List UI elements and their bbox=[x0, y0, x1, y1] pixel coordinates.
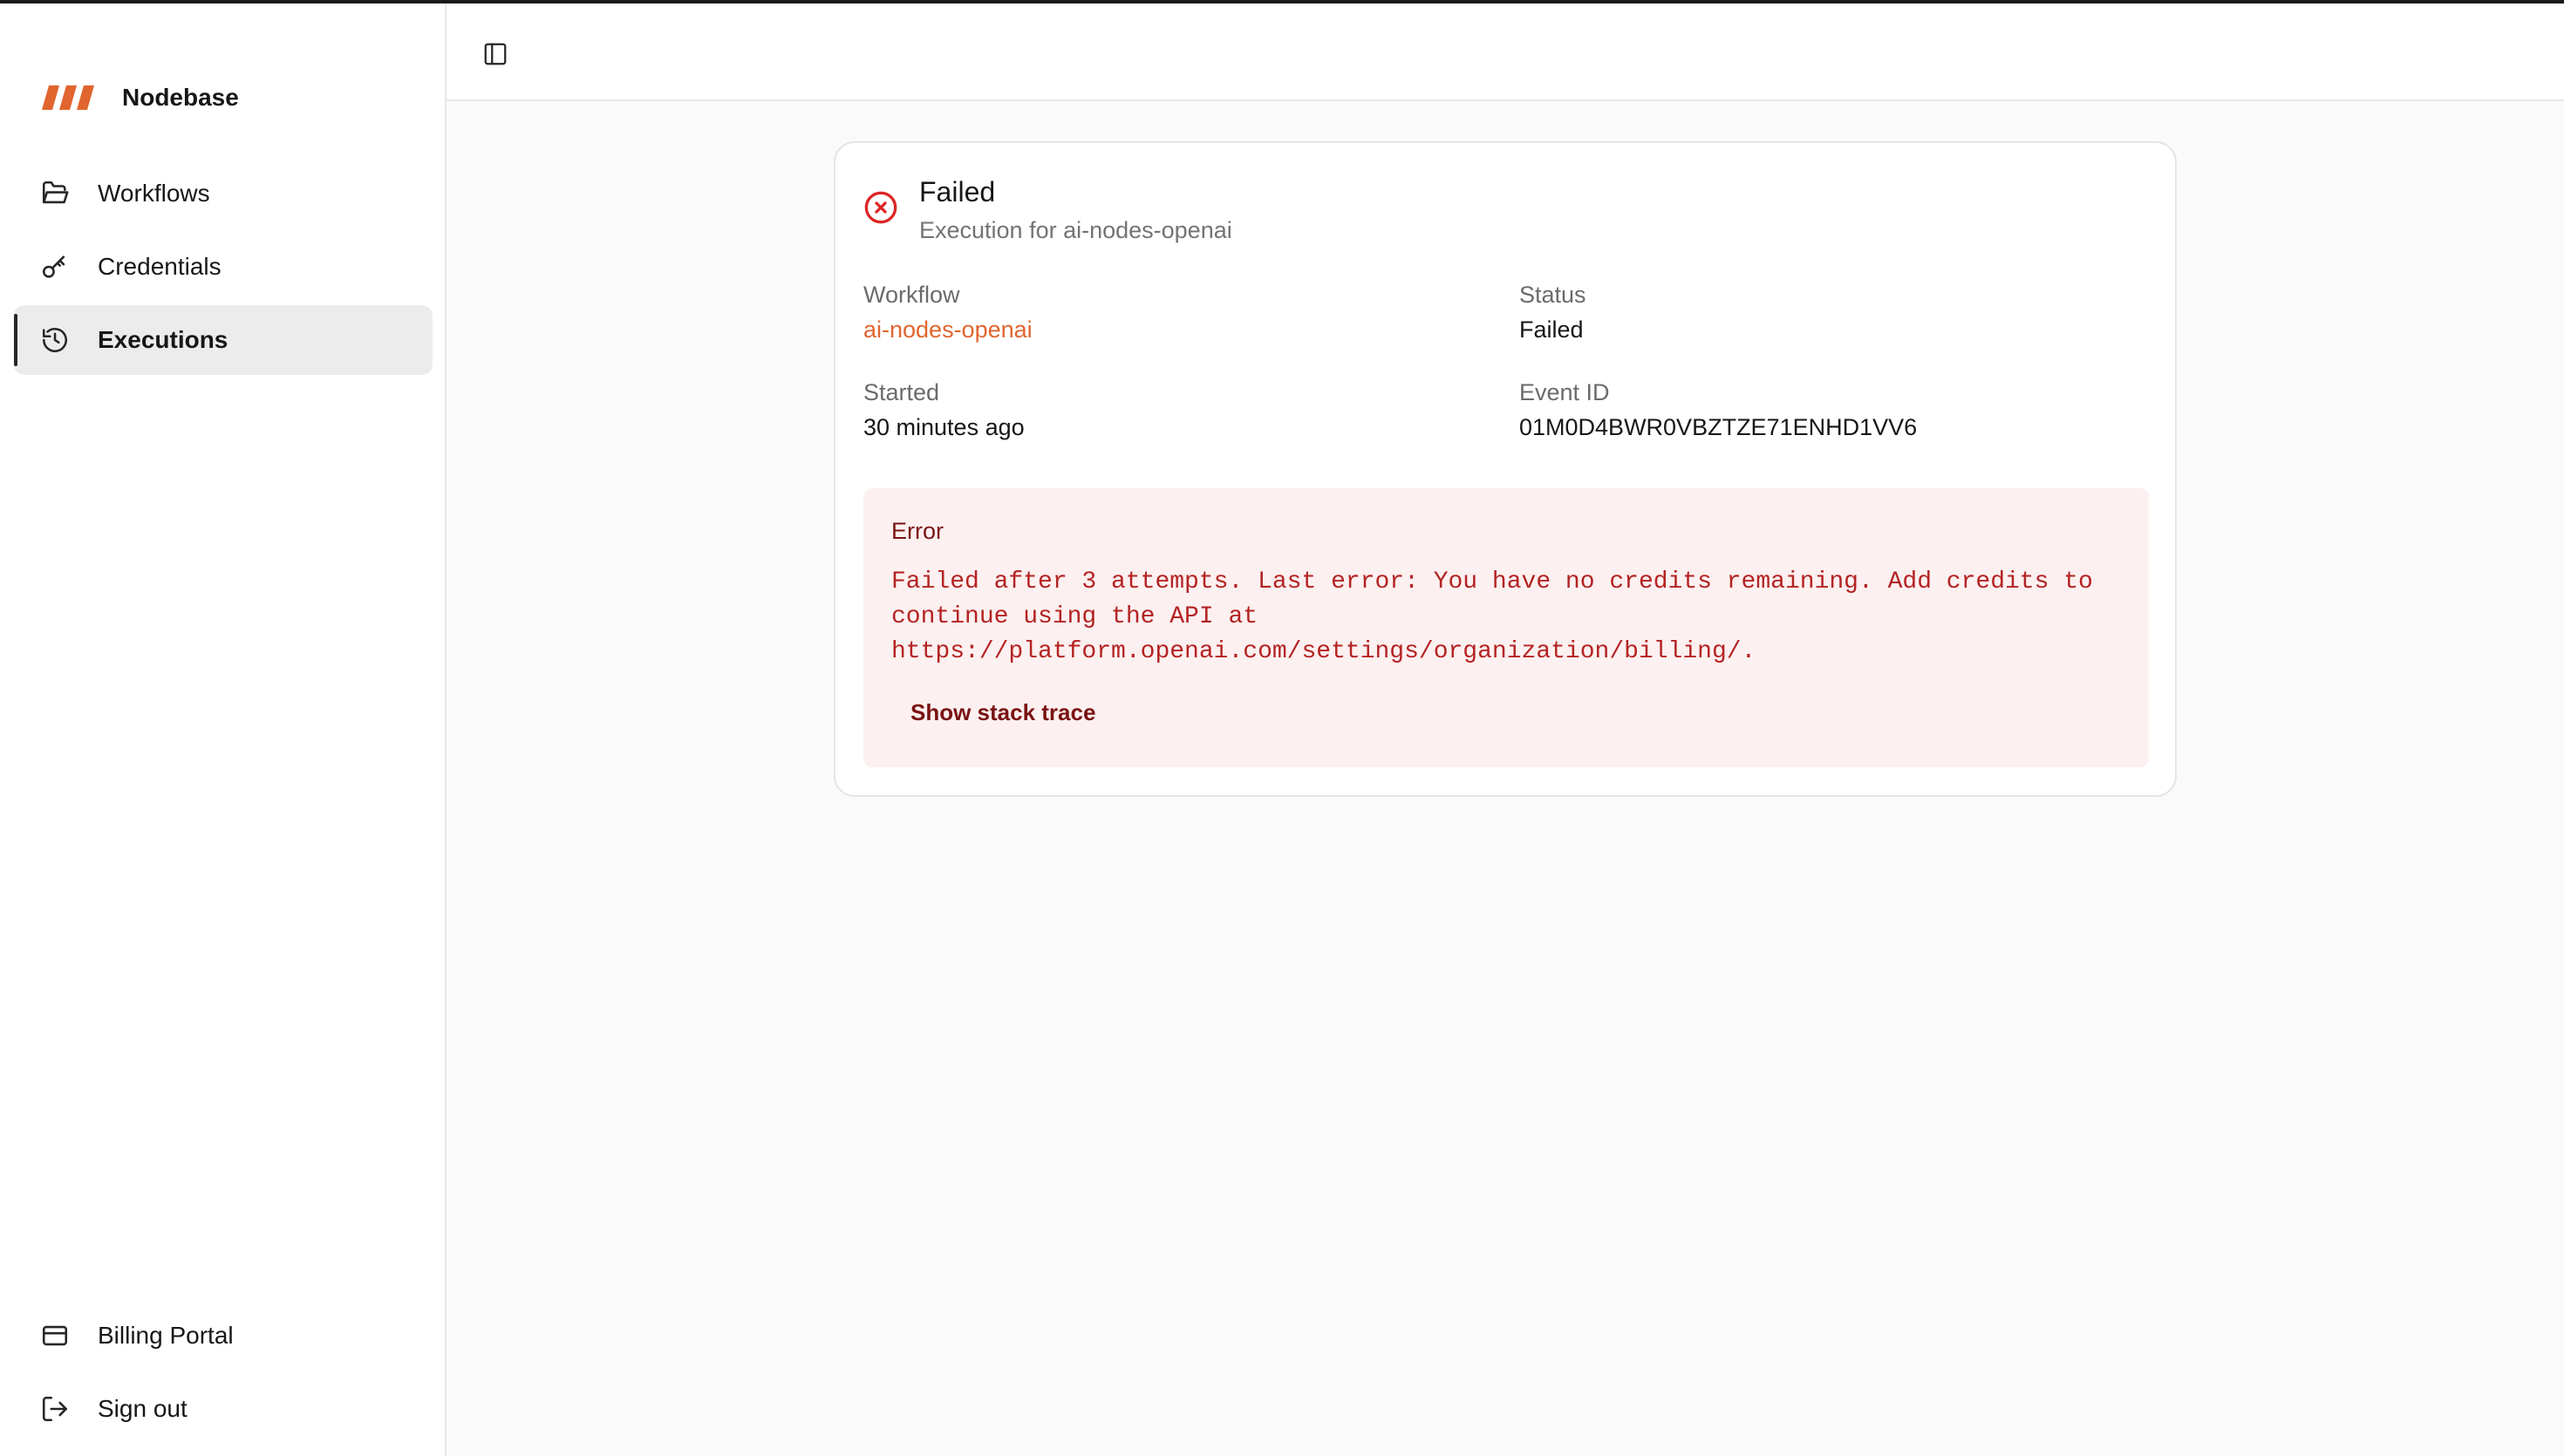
log-out-icon bbox=[40, 1394, 70, 1424]
execution-heading: Failed Execution for ai-nodes-openai bbox=[919, 173, 1232, 248]
status-field: Status Failed bbox=[1519, 277, 1586, 347]
folder-open-icon bbox=[40, 179, 70, 208]
sidebar-toggle-icon bbox=[484, 43, 507, 65]
error-label: Error bbox=[891, 518, 944, 544]
workflow-link[interactable]: ai-nodes-openai bbox=[863, 312, 1033, 347]
event-id-field: Event ID 01M0D4BWR0VBZTZE71ENHD1VV6 bbox=[1519, 375, 1917, 445]
sidebar-item-label: Billing Portal bbox=[98, 1322, 234, 1349]
sidebar-toggle-button[interactable] bbox=[474, 33, 516, 75]
sidebar-item-label: Workflows bbox=[98, 180, 210, 207]
show-stack-trace-button[interactable]: Show stack trace bbox=[891, 692, 1115, 733]
started-label: Started bbox=[863, 379, 940, 405]
sidebar-item-billing-portal[interactable]: Billing Portal bbox=[14, 1301, 433, 1371]
sidebar-nav: Workflows Credentials Executions bbox=[14, 159, 433, 378]
credit-card-icon bbox=[40, 1321, 70, 1351]
started-value: 30 minutes ago bbox=[863, 414, 1025, 440]
execution-header: Failed Execution for ai-nodes-openai bbox=[863, 173, 1232, 248]
sidebar: Nodebase Workflows Credentials Execution… bbox=[0, 3, 447, 1456]
execution-title: Failed bbox=[919, 176, 996, 208]
brand-name: Nodebase bbox=[122, 84, 239, 111]
sidebar-item-sign-out[interactable]: Sign out bbox=[14, 1374, 433, 1444]
error-message: Failed after 3 attempts. Last error: You… bbox=[891, 568, 2093, 665]
history-icon bbox=[40, 325, 70, 355]
event-id-value: 01M0D4BWR0VBZTZE71ENHD1VV6 bbox=[1519, 414, 1918, 440]
key-icon bbox=[40, 252, 70, 282]
execution-detail-card: Failed Execution for ai-nodes-openai Wor… bbox=[834, 141, 2177, 797]
error-panel: Error Failed after 3 attempts. Last erro… bbox=[863, 488, 2149, 767]
sidebar-item-label: Executions bbox=[98, 326, 228, 353]
status-label: Status bbox=[1519, 282, 1586, 308]
sidebar-item-label: Credentials bbox=[98, 253, 222, 280]
started-field: Started 30 minutes ago bbox=[863, 375, 1025, 445]
sidebar-item-credentials[interactable]: Credentials bbox=[14, 232, 433, 302]
workflow-field: Workflow ai-nodes-openai bbox=[863, 277, 1033, 347]
execution-subtitle: Execution for ai-nodes-openai bbox=[919, 217, 1232, 243]
sidebar-item-workflows[interactable]: Workflows bbox=[14, 159, 433, 228]
workflow-label: Workflow bbox=[863, 282, 960, 308]
brand[interactable]: Nodebase bbox=[42, 78, 239, 117]
sidebar-item-label: Sign out bbox=[98, 1395, 188, 1422]
status-value: Failed bbox=[1519, 316, 1584, 343]
top-header bbox=[447, 3, 2564, 101]
stripes-logo-icon bbox=[42, 85, 94, 110]
sidebar-item-executions[interactable]: Executions bbox=[14, 305, 433, 375]
x-circle-icon bbox=[864, 191, 897, 224]
sidebar-bottom-nav: Billing Portal Sign out bbox=[14, 1301, 433, 1447]
event-id-label: Event ID bbox=[1519, 379, 1610, 405]
